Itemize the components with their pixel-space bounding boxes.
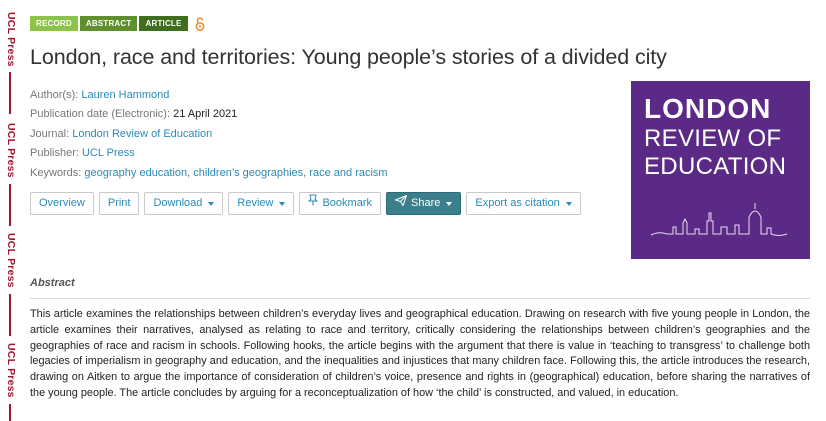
abstract-heading: Abstract	[30, 277, 75, 289]
side-brand-strip: UCL Press UCL Press UCL Press UCL Press	[0, 0, 20, 421]
pubdate-value: 21 April 2021	[173, 108, 238, 121]
record-type-badges: RECORD ABSTRACT ARTICLE	[30, 16, 205, 31]
article-badge: ARTICLE	[139, 16, 188, 31]
brand-divider	[9, 72, 11, 114]
brand-divider	[9, 404, 11, 421]
review-button-label: Review	[237, 197, 274, 209]
export-citation-dropdown[interactable]: Export as citation	[466, 192, 581, 215]
caret-down-icon	[446, 201, 453, 206]
cover-title-line3: EDUCATION	[644, 153, 787, 180]
author-link[interactable]: Lauren Hammond	[81, 89, 169, 101]
caret-down-icon	[208, 201, 215, 206]
record-badge: RECORD	[30, 16, 78, 31]
caret-down-icon	[279, 201, 286, 206]
article-toolbar: Overview Print Download Review Bookmark …	[30, 192, 581, 215]
keyword-link[interactable]: geography education	[84, 167, 187, 179]
share-button-label: Share	[411, 197, 441, 209]
publisher-label: Publisher:	[30, 147, 79, 160]
authors-label: Author(s):	[30, 89, 79, 101]
open-access-lock-icon	[195, 16, 205, 31]
abstract-divider	[30, 298, 810, 299]
page-title: London, race and territories: Young peop…	[30, 45, 667, 69]
ucl-press-label: UCL Press	[5, 12, 17, 67]
brand-divider	[9, 184, 11, 226]
cover-title-line2: REVIEW OF	[644, 125, 782, 152]
overview-button-label: Overview	[39, 197, 85, 209]
download-button-label: Download	[153, 197, 203, 209]
journal-link[interactable]: London Review of Education	[72, 128, 212, 140]
abstract-body: This article examines the relationships …	[30, 308, 810, 399]
review-dropdown[interactable]: Review	[228, 192, 295, 215]
overview-button[interactable]: Overview	[30, 192, 94, 215]
keyword-link[interactable]: race and racism	[309, 167, 387, 179]
cover-title-line1: LONDON	[644, 93, 772, 124]
print-button-label: Print	[107, 197, 131, 209]
ucl-press-label: UCL Press	[5, 123, 17, 178]
abstract-badge: ABSTRACT	[79, 16, 138, 31]
paper-plane-icon	[394, 193, 408, 214]
journal-label: Journal:	[30, 127, 70, 140]
brand-divider	[9, 294, 11, 336]
journal-cover-image: LONDON REVIEW OF EDUCATION	[631, 81, 810, 259]
download-dropdown[interactable]: Download	[144, 192, 224, 215]
keywords-label: Keywords:	[30, 166, 82, 179]
ucl-press-label: UCL Press	[5, 233, 17, 288]
authors-row: Author(s): Lauren Hammond	[30, 86, 388, 105]
publisher-link[interactable]: UCL Press	[82, 147, 135, 159]
bookmark-button-label: Bookmark	[322, 197, 372, 209]
share-dropdown[interactable]: Share	[386, 192, 462, 215]
pubdate-label: Publication date (Electronic):	[30, 108, 171, 121]
skyline-illustration	[650, 203, 788, 236]
publisher-row: Publisher: UCL Press	[30, 144, 388, 163]
pubdate-row: Publication date (Electronic): 21 April …	[30, 105, 388, 124]
pushpin-icon	[308, 193, 319, 214]
bookmark-button[interactable]: Bookmark	[299, 192, 381, 215]
keywords-row: Keywords: geography education, children’…	[30, 166, 388, 179]
keyword-link[interactable]: children’s geographies	[193, 167, 303, 179]
ucl-press-label: UCL Press	[5, 343, 17, 398]
print-button[interactable]: Print	[98, 192, 140, 215]
journal-row: Journal: London Review of Education	[30, 125, 388, 144]
article-metadata: Author(s): Lauren Hammond Publication da…	[30, 86, 388, 183]
export-button-label: Export as citation	[475, 197, 560, 209]
caret-down-icon	[565, 201, 572, 206]
